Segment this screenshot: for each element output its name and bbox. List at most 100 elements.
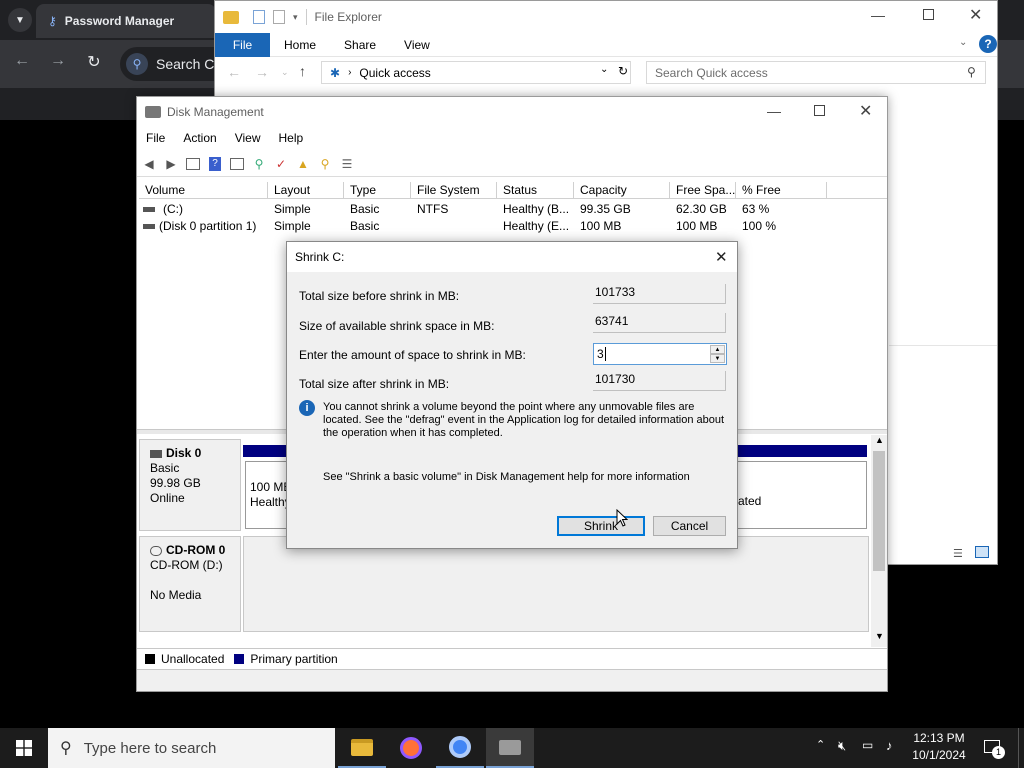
scroll-down-icon[interactable]: ▼	[875, 631, 884, 641]
key-icon: ⚷	[48, 14, 57, 28]
cell-file-system	[411, 218, 497, 235]
taskbar-file-explorer[interactable]	[338, 728, 386, 768]
back-arrow-icon[interactable]: ←	[10, 52, 34, 70]
disk-management-icon	[145, 106, 161, 118]
new-folder-icon[interactable]	[273, 10, 285, 24]
browser-tab-password-manager[interactable]: ⚷ Password Manager	[36, 4, 216, 38]
recent-dropdown-icon[interactable]: ⌄	[281, 67, 289, 78]
disk0-type: Basic	[150, 461, 180, 475]
back-arrow-icon[interactable]: ←	[227, 64, 241, 80]
list-icon[interactable]: ☰	[337, 154, 357, 174]
up-arrow-icon[interactable]: ↑	[299, 63, 306, 79]
address-text: Quick access	[359, 65, 431, 80]
disk0-label[interactable]: Disk 0 Basic 99.98 GB Online	[139, 439, 241, 531]
cancel-button[interactable]: Cancel	[653, 516, 726, 536]
col-capacity[interactable]: Capacity	[574, 182, 670, 199]
notification-center-button[interactable]: 1	[980, 736, 1006, 760]
ribbon-tab-file[interactable]: File	[215, 32, 270, 57]
scroll-up-icon[interactable]: ▲	[875, 435, 884, 445]
spin-up-button[interactable]: ▲	[710, 345, 725, 354]
minimize-button[interactable]: —	[767, 103, 781, 119]
taskbar: ⚲ Type here to search ⌃ 🔇︎ ▭ ♪ 12:13 PM …	[0, 728, 1024, 768]
cell-file-system: NTFS	[417, 202, 449, 216]
folder-up-icon[interactable]: ▲	[293, 154, 313, 174]
unallocated-swatch	[145, 653, 155, 664]
details-view-icon[interactable]: ☰	[953, 547, 963, 560]
ribbon-tab-share[interactable]: Share	[330, 33, 390, 57]
system-clock[interactable]: 12:13 PM 10/1/2024	[906, 730, 972, 766]
close-button[interactable]: ✕	[715, 248, 728, 266]
close-button[interactable]: ✕	[969, 5, 982, 25]
network-icon[interactable]: ▭	[862, 738, 873, 752]
ribbon-tab-view[interactable]: View	[390, 33, 444, 57]
primary-partition-swatch	[234, 653, 245, 664]
maximize-button[interactable]	[814, 105, 825, 116]
menu-help[interactable]: Help	[270, 127, 313, 149]
qat-dropdown-icon[interactable]: ▾	[293, 12, 298, 23]
taskbar-firefox[interactable]	[387, 728, 435, 768]
connect-icon[interactable]: ⚲	[249, 154, 269, 174]
menu-file[interactable]: File	[137, 127, 174, 149]
shrink-button[interactable]: Shrink	[557, 516, 645, 536]
large-icons-view-icon[interactable]	[975, 546, 989, 558]
info-icon: i	[299, 400, 315, 416]
col-volume[interactable]: Volume	[139, 182, 268, 199]
show-hidden-icons-icon[interactable]: ⌃	[816, 738, 825, 751]
refresh-icon[interactable]: ↻	[618, 64, 628, 78]
close-button[interactable]: ✕	[859, 101, 872, 121]
start-button[interactable]	[0, 728, 48, 768]
address-dropdown-icon[interactable]: ⌄	[600, 64, 608, 75]
forward-arrow-icon[interactable]: →	[46, 52, 70, 70]
table-row[interactable]: (Disk 0 partition 1) Simple Basic Health…	[137, 218, 887, 235]
explorer-search-input[interactable]: Search Quick access ⚲	[646, 61, 986, 84]
ribbon-tab-home[interactable]: Home	[270, 33, 330, 57]
menu-view[interactable]: View	[226, 127, 270, 149]
total-before-label: Total size before shrink in MB:	[299, 289, 460, 303]
properties-icon[interactable]	[227, 154, 247, 174]
properties-icon[interactable]	[253, 10, 265, 24]
col-status[interactable]: Status	[497, 182, 574, 199]
chrome-icon	[449, 736, 471, 758]
col-layout[interactable]: Layout	[268, 182, 344, 199]
explorer-title: File Explorer	[314, 10, 382, 24]
back-arrow-icon[interactable]: ◀	[139, 154, 159, 174]
forward-arrow-icon[interactable]: →	[255, 64, 269, 80]
help-icon[interactable]: ?	[979, 35, 997, 53]
show-desktop-button[interactable]	[1018, 728, 1024, 768]
taskbar-search-input[interactable]: ⚲ Type here to search	[48, 728, 335, 768]
ribbon-expand-icon[interactable]: ⌄	[959, 37, 967, 48]
minimize-button[interactable]: —	[871, 7, 885, 23]
vertical-scrollbar[interactable]: ▲ ▼	[871, 435, 887, 647]
cell-volume: (Disk 0 partition 1)	[159, 219, 257, 233]
forward-arrow-icon[interactable]: ▶	[161, 154, 181, 174]
spin-down-button[interactable]: ▼	[710, 354, 725, 363]
shrink-amount-input[interactable]: 3	[597, 347, 606, 361]
table-row[interactable]: (C:) Simple Basic NTFS Healthy (B... 99.…	[137, 201, 887, 218]
shrink-amount-stepper[interactable]: 3 ▲ ▼	[593, 343, 727, 365]
col-free-space[interactable]: Free Spa...	[670, 182, 736, 199]
scrollbar-thumb[interactable]	[873, 451, 885, 571]
menu-action[interactable]: Action	[174, 127, 225, 149]
cdrom-label[interactable]: CD-ROM 0 CD-ROM (D:) No Media	[139, 536, 241, 632]
volume-muted-icon[interactable]: 🔇︎	[838, 738, 846, 754]
speaker-icon[interactable]: ♪	[886, 738, 893, 753]
search-folder-icon[interactable]: ⚲	[315, 154, 335, 174]
col-percent-free[interactable]: % Free	[736, 182, 827, 199]
taskbar-chrome[interactable]	[436, 728, 484, 768]
taskbar-disk-management[interactable]	[486, 728, 534, 768]
help-book-icon[interactable]: ?	[205, 154, 225, 174]
console-tree-icon[interactable]	[183, 154, 203, 174]
reload-icon[interactable]: ↻	[82, 52, 106, 72]
cell-capacity: 100 MB	[580, 219, 622, 233]
check-icon[interactable]: ✓	[271, 154, 291, 174]
maximize-button[interactable]	[923, 9, 934, 20]
col-type[interactable]: Type	[344, 182, 411, 199]
legend-primary: Primary partition	[250, 651, 338, 666]
address-bar[interactable]: ✱ › Quick access ⌄ ↻	[321, 61, 631, 84]
col-file-system[interactable]: File System	[411, 182, 497, 199]
notification-count: 1	[992, 746, 1005, 759]
disk-icon	[150, 449, 162, 458]
total-before-value: 101733	[593, 284, 726, 304]
legend: Unallocated Primary partition	[137, 648, 887, 668]
tab-search-button[interactable]: ▼	[8, 8, 32, 32]
